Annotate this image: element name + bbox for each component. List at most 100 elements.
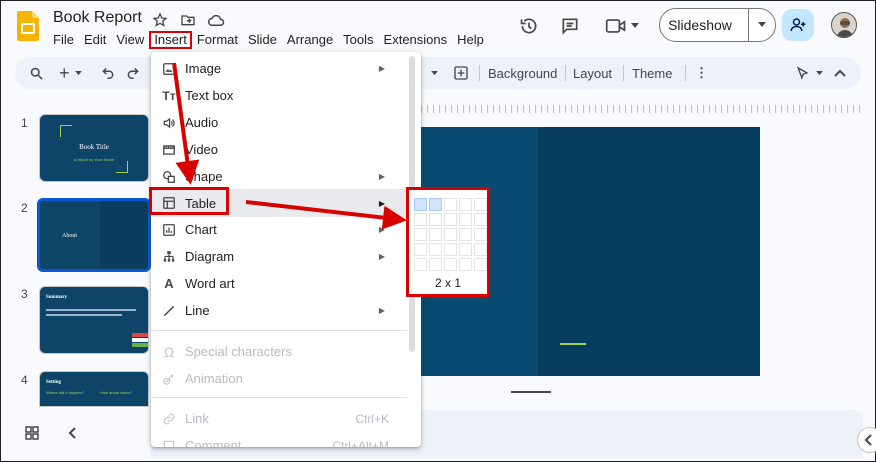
table-grid-cell[interactable] [444, 258, 457, 271]
line-icon [161, 304, 177, 318]
menu-item-audio[interactable]: Audio [151, 109, 407, 136]
menu-item-word-art[interactable]: A Word art [151, 270, 407, 297]
toolbar: + Background Layout Theme ⋮ [15, 57, 861, 89]
table-grid-cell[interactable] [414, 258, 427, 271]
table-grid-cell[interactable] [444, 213, 457, 226]
menu-extensions[interactable]: Extensions [379, 31, 453, 49]
shape-icon [161, 170, 177, 184]
menu-item-image[interactable]: Image ▶ [151, 55, 407, 82]
table-grid-cell[interactable] [429, 213, 442, 226]
comments-icon[interactable] [559, 15, 581, 37]
star-icon[interactable] [151, 11, 169, 29]
menu-item-special-characters[interactable]: Ω Special characters [151, 338, 407, 365]
document-title[interactable]: Book Report [53, 9, 142, 27]
grid-view-icon[interactable] [25, 426, 39, 445]
cloud-status-icon[interactable] [207, 11, 225, 29]
slideshow-dropdown-icon[interactable] [749, 22, 775, 28]
menu-tools[interactable]: Tools [338, 31, 378, 49]
slide-2-title: About [62, 233, 77, 239]
pointer-dropdown-icon[interactable] [816, 57, 823, 89]
table-grid-cell[interactable] [444, 198, 457, 211]
meet-video-icon[interactable] [605, 15, 627, 37]
layout-button[interactable]: Layout [573, 57, 612, 89]
table-grid-cell[interactable] [414, 198, 427, 211]
slide-thumbnail-4[interactable]: Setting Where did it happen? How about w… [39, 371, 149, 407]
menu-format[interactable]: Format [192, 31, 243, 49]
table-grid-cell[interactable] [414, 228, 427, 241]
slide-number: 2 [21, 201, 28, 215]
table-grid-cell[interactable] [414, 213, 427, 226]
version-history-icon[interactable] [518, 15, 540, 37]
table-grid-cell[interactable] [459, 198, 472, 211]
menu-edit[interactable]: Edit [79, 31, 111, 49]
menu-insert[interactable]: Insert [149, 31, 192, 49]
side-panel-toggle[interactable] [857, 427, 876, 453]
theme-button[interactable]: Theme [632, 57, 672, 89]
table-grid-cell[interactable] [459, 243, 472, 256]
slideshow-button[interactable]: Slideshow [660, 17, 748, 33]
slide-1-subtitle: A report by Your Name [73, 157, 115, 162]
table-grid-cell[interactable] [429, 258, 442, 271]
table-grid-cell[interactable] [474, 228, 487, 241]
menu-item-diagram[interactable]: Diagram ▶ [151, 243, 407, 270]
pointer-icon[interactable] [795, 57, 810, 89]
table-grid-cell[interactable] [444, 228, 457, 241]
submenu-arrow-icon: ▶ [378, 172, 385, 181]
table-grid-cell[interactable] [474, 258, 487, 271]
slide-thumbnail-1[interactable]: Book Title A report by Your Name [39, 114, 149, 182]
table-grid-cell[interactable] [459, 258, 472, 271]
collapse-toolbar-icon[interactable] [834, 57, 846, 89]
table-grid-cell[interactable] [429, 198, 442, 211]
more-options-icon[interactable]: ⋮ [695, 57, 708, 89]
menu-slide[interactable]: Slide [243, 31, 282, 49]
table-grid-cell[interactable] [444, 243, 457, 256]
menu-item-animation[interactable]: Animation [151, 365, 407, 392]
table-grid-cell[interactable] [474, 243, 487, 256]
menu-help[interactable]: Help [452, 31, 489, 49]
menu-item-text-box[interactable]: Tт Text box [151, 82, 407, 109]
menu-item-comment[interactable]: Comment Ctrl+Alt+M [151, 432, 407, 447]
search-menus-icon[interactable] [29, 57, 44, 89]
menu-file[interactable]: File [48, 31, 79, 49]
slide-number: 1 [21, 116, 28, 130]
table-grid-cell[interactable] [429, 243, 442, 256]
avatar[interactable] [831, 12, 857, 38]
undo-icon[interactable] [101, 57, 115, 89]
slide-number: 3 [21, 287, 28, 301]
move-folder-icon[interactable] [179, 11, 197, 29]
comment-icon [161, 439, 177, 447]
menu-item-line[interactable]: Line ▶ [151, 297, 407, 324]
table-grid-cell[interactable] [474, 198, 487, 211]
menu-item-link[interactable]: Link Ctrl+K [151, 405, 407, 432]
slide-thumbnail-3[interactable]: Summary [39, 286, 149, 354]
table-grid-cell[interactable] [459, 228, 472, 241]
new-slide-icon[interactable]: + [59, 57, 70, 89]
accent-line [560, 343, 586, 345]
collapse-filmstrip-icon[interactable] [67, 426, 77, 445]
table-size-label: 2 x 1 [434, 276, 461, 290]
table-grid-cell[interactable] [474, 213, 487, 226]
slide-number: 4 [21, 373, 28, 387]
redo-icon[interactable] [126, 57, 140, 89]
slides-logo-icon[interactable] [17, 11, 39, 41]
slide-thumbnail-2[interactable]: About [37, 198, 151, 272]
menu-view[interactable]: View [111, 31, 149, 49]
insert-box-icon[interactable] [453, 57, 469, 89]
text-box-icon: Tт [162, 88, 176, 103]
select-dropdown-icon[interactable] [431, 57, 438, 89]
meet-dropdown-icon[interactable] [629, 15, 641, 37]
table-grid-cell[interactable] [429, 228, 442, 241]
menu-arrange[interactable]: Arrange [282, 31, 338, 49]
menu-item-video[interactable]: Video [151, 136, 407, 163]
slide-3-title: Summary [46, 295, 68, 300]
share-button[interactable] [782, 9, 814, 41]
speaker-notes-handle[interactable] [511, 391, 551, 393]
new-slide-dropdown-icon[interactable] [75, 57, 82, 89]
menu-item-shape[interactable]: Shape ▶ [151, 163, 407, 190]
submenu-arrow-icon: ▶ [378, 64, 385, 73]
table-grid-cell[interactable] [414, 243, 427, 256]
menu-item-chart[interactable]: Chart ▶ [151, 216, 407, 243]
background-button[interactable]: Background [488, 57, 557, 89]
table-grid[interactable] [414, 198, 487, 271]
table-grid-cell[interactable] [459, 213, 472, 226]
